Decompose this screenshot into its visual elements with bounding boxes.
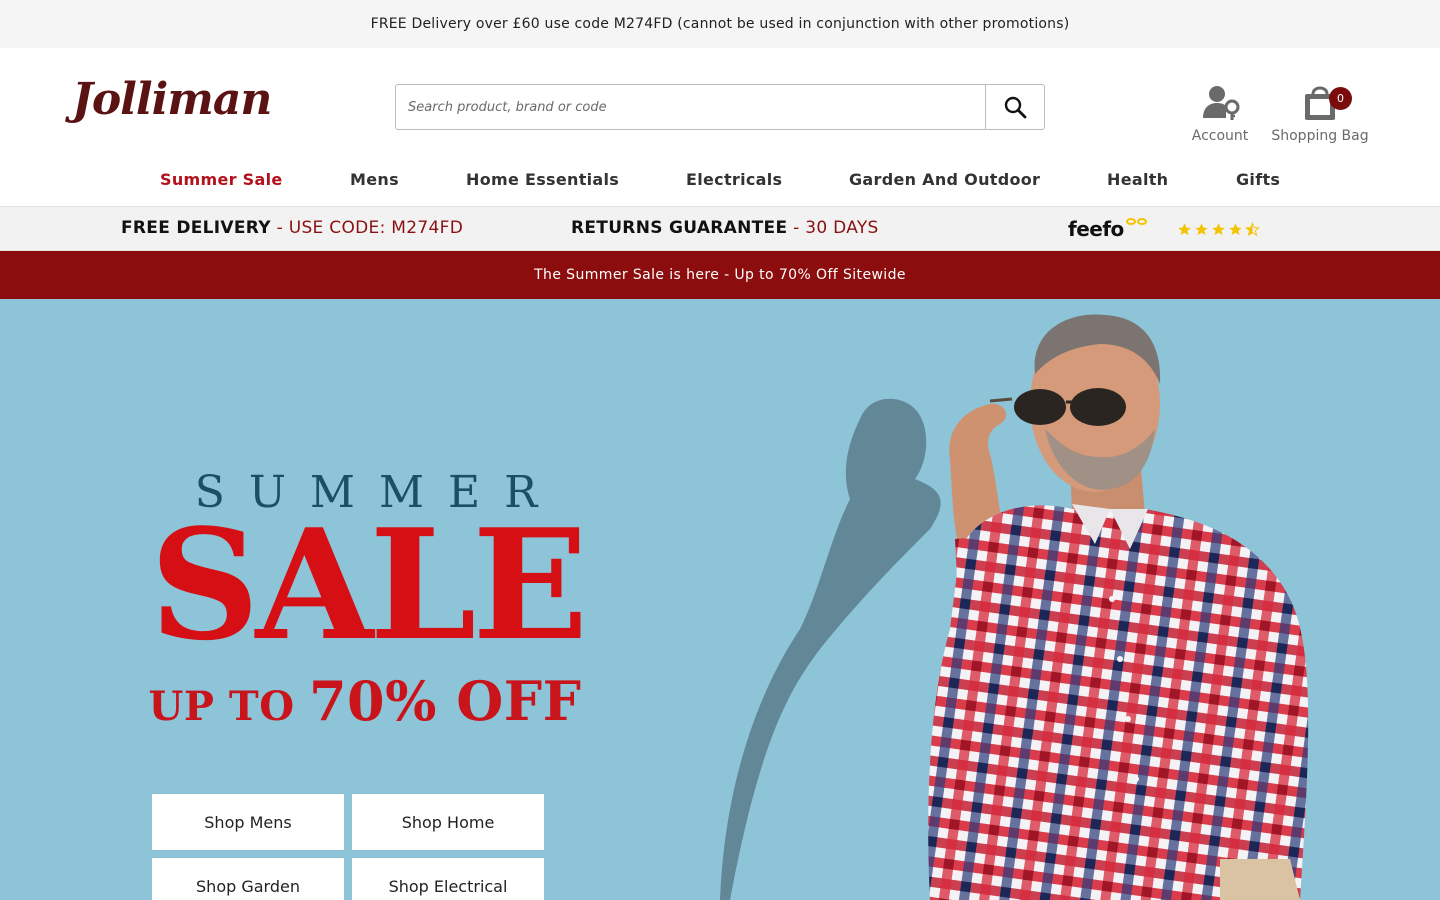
shop-garden-button[interactable]: Shop Garden xyxy=(152,858,344,900)
hero-sale-text: SALE xyxy=(149,495,588,674)
usp-returns: RETURNS GUARANTEE - 30 DAYS xyxy=(571,218,879,238)
usp-strip: FREE DELIVERY - USE CODE: M274FD RETURNS… xyxy=(0,206,1440,251)
shopping-bag-label: Shopping Bag xyxy=(1271,128,1369,144)
search-bar xyxy=(395,84,1045,130)
nav-item-garden-and-outdoor[interactable]: Garden And Outdoor xyxy=(849,170,1040,189)
hero-model-image xyxy=(720,314,1309,900)
site-logo[interactable]: Jolliman xyxy=(72,74,272,125)
feefo-logo: feefo xyxy=(1068,217,1124,241)
promo-bar-text: FREE Delivery over £60 use code M274FD (… xyxy=(370,16,1070,32)
hero-discount-text: UP TO 70% OFF xyxy=(130,669,600,733)
promo-bar: FREE Delivery over £60 use code M274FD (… xyxy=(0,0,1440,48)
hero-discount-amount: 70% OFF xyxy=(308,669,582,733)
shopping-bag-link[interactable]: 0 Shopping Bag xyxy=(1268,78,1372,144)
shop-electrical-button[interactable]: Shop Electrical xyxy=(352,858,544,900)
hero-discount-prefix: UP TO xyxy=(148,683,309,730)
star-icon xyxy=(1229,222,1242,235)
feefo-eyes-icon xyxy=(1125,217,1147,225)
usp-delivery-code: - USE CODE: M274FD xyxy=(270,218,464,238)
half-star-icon xyxy=(1244,221,1260,236)
bag-count-badge: 0 xyxy=(1329,87,1352,110)
shop-mens-button[interactable]: Shop Mens xyxy=(152,794,344,850)
star-icon xyxy=(1178,222,1191,235)
nav-item-home-essentials[interactable]: Home Essentials xyxy=(466,170,619,189)
usp-free-delivery: FREE DELIVERY - USE CODE: M274FD xyxy=(121,218,463,238)
account-label: Account xyxy=(1191,128,1249,144)
rating-stars xyxy=(1177,221,1260,237)
shop-home-button[interactable]: Shop Home xyxy=(352,794,544,850)
nav-item-gifts[interactable]: Gifts xyxy=(1236,170,1280,189)
star-icon xyxy=(1212,222,1225,235)
summer-sale-banner-text: The Summer Sale is here - Up to 70% Off … xyxy=(534,267,906,283)
search-button[interactable] xyxy=(985,85,1044,129)
nav-item-mens[interactable]: Mens xyxy=(350,170,399,189)
nav-item-health[interactable]: Health xyxy=(1107,170,1168,189)
main-nav: Summer Sale Mens Home Essentials Electri… xyxy=(0,158,1440,206)
usp-returns-title: RETURNS GUARANTEE xyxy=(571,218,788,238)
usp-delivery-title: FREE DELIVERY xyxy=(121,218,271,238)
nav-item-summer-sale[interactable]: Summer Sale xyxy=(160,170,283,189)
star-icon xyxy=(1195,222,1208,235)
summer-sale-banner[interactable]: The Summer Sale is here - Up to 70% Off … xyxy=(0,251,1440,299)
feefo-rating[interactable]: feefo xyxy=(1068,217,1260,241)
search-input[interactable] xyxy=(396,85,985,129)
account-icon xyxy=(1203,86,1240,120)
search-icon xyxy=(1004,96,1027,119)
site-header: Jolliman Account xyxy=(0,48,1440,158)
nav-item-electricals[interactable]: Electricals xyxy=(686,170,782,189)
account-link[interactable]: Account xyxy=(1188,78,1252,144)
usp-returns-days: - 30 DAYS xyxy=(787,218,879,238)
hero-banner: SUMMER SALE UP TO 70% OFF Shop Mens Shop… xyxy=(0,299,1440,900)
